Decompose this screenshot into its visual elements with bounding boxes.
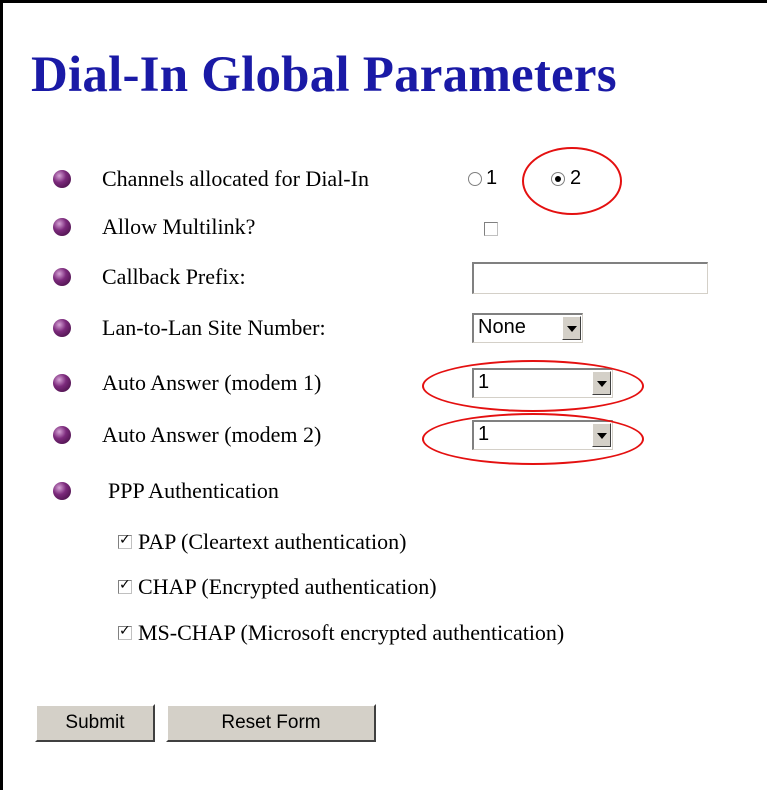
bullet-icon — [53, 268, 71, 286]
lan-site-label: Lan-to-Lan Site Number: — [102, 315, 326, 340]
reset-form-button[interactable]: Reset Form — [166, 704, 376, 742]
channels-radio-1-label: 1 — [486, 167, 498, 189]
bullet-icon — [53, 374, 71, 392]
pap-label: PAP (Cleartext authentication) — [138, 529, 407, 554]
lan-site-select[interactable]: None — [472, 313, 583, 343]
bullet-icon — [53, 319, 71, 337]
ppp-row: PPP Authentication — [0, 474, 767, 510]
ms-chap-label: MS-CHAP (Microsoft encrypted authenticat… — [138, 620, 565, 645]
channels-row: Channels allocated for Dial-In 1 2 — [0, 162, 767, 198]
auto-answer-1-select[interactable]: 1 — [472, 368, 613, 398]
ppp-label: PPP Authentication — [108, 478, 279, 503]
auto-answer-1-row: Auto Answer (modem 1) 1 — [0, 366, 767, 402]
ppp-option-pap: PAP (Cleartext authentication) — [118, 527, 758, 561]
submit-button[interactable]: Submit — [35, 704, 155, 742]
ppp-option-ms-chap: MS-CHAP (Microsoft encrypted authenticat… — [118, 618, 758, 652]
bullet-icon — [53, 170, 71, 188]
callback-row: Callback Prefix: — [0, 260, 767, 296]
channels-label: Channels allocated for Dial-In — [102, 166, 369, 191]
channels-radio-2-label: 2 — [570, 167, 582, 189]
lan-site-row: Lan-to-Lan Site Number: None — [0, 311, 767, 347]
pap-checkbox[interactable] — [118, 532, 132, 549]
auto-answer-2-select[interactable]: 1 — [472, 420, 613, 450]
chevron-down-icon[interactable] — [592, 371, 611, 395]
callback-label: Callback Prefix: — [102, 264, 246, 289]
chap-label: CHAP (Encrypted authentication) — [138, 574, 437, 599]
auto-answer-1-label: Auto Answer (modem 1) — [102, 370, 322, 395]
multilink-label: Allow Multilink? — [102, 214, 256, 239]
auto-answer-2-select-value: 1 — [478, 423, 490, 445]
chap-checkbox[interactable] — [118, 577, 132, 594]
lan-site-select-value: None — [478, 316, 526, 338]
ms-chap-checkbox[interactable] — [118, 623, 132, 640]
ppp-option-chap: CHAP (Encrypted authentication) — [118, 572, 758, 606]
callback-prefix-input[interactable] — [472, 262, 708, 294]
page-title: Dial-In Global Parameters — [31, 47, 617, 103]
bullet-icon — [53, 426, 71, 444]
channels-radio-2[interactable] — [551, 172, 565, 186]
auto-answer-2-row: Auto Answer (modem 2) 1 — [0, 418, 767, 454]
multilink-checkbox[interactable] — [484, 222, 498, 236]
channels-radio-1[interactable] — [468, 172, 482, 186]
auto-answer-2-label: Auto Answer (modem 2) — [102, 422, 322, 447]
auto-answer-1-select-value: 1 — [478, 371, 490, 393]
bullet-icon — [53, 482, 71, 500]
multilink-row: Allow Multilink? — [0, 210, 767, 246]
chevron-down-icon[interactable] — [592, 423, 611, 447]
chevron-down-icon[interactable] — [562, 316, 581, 340]
bullet-icon — [53, 218, 71, 236]
